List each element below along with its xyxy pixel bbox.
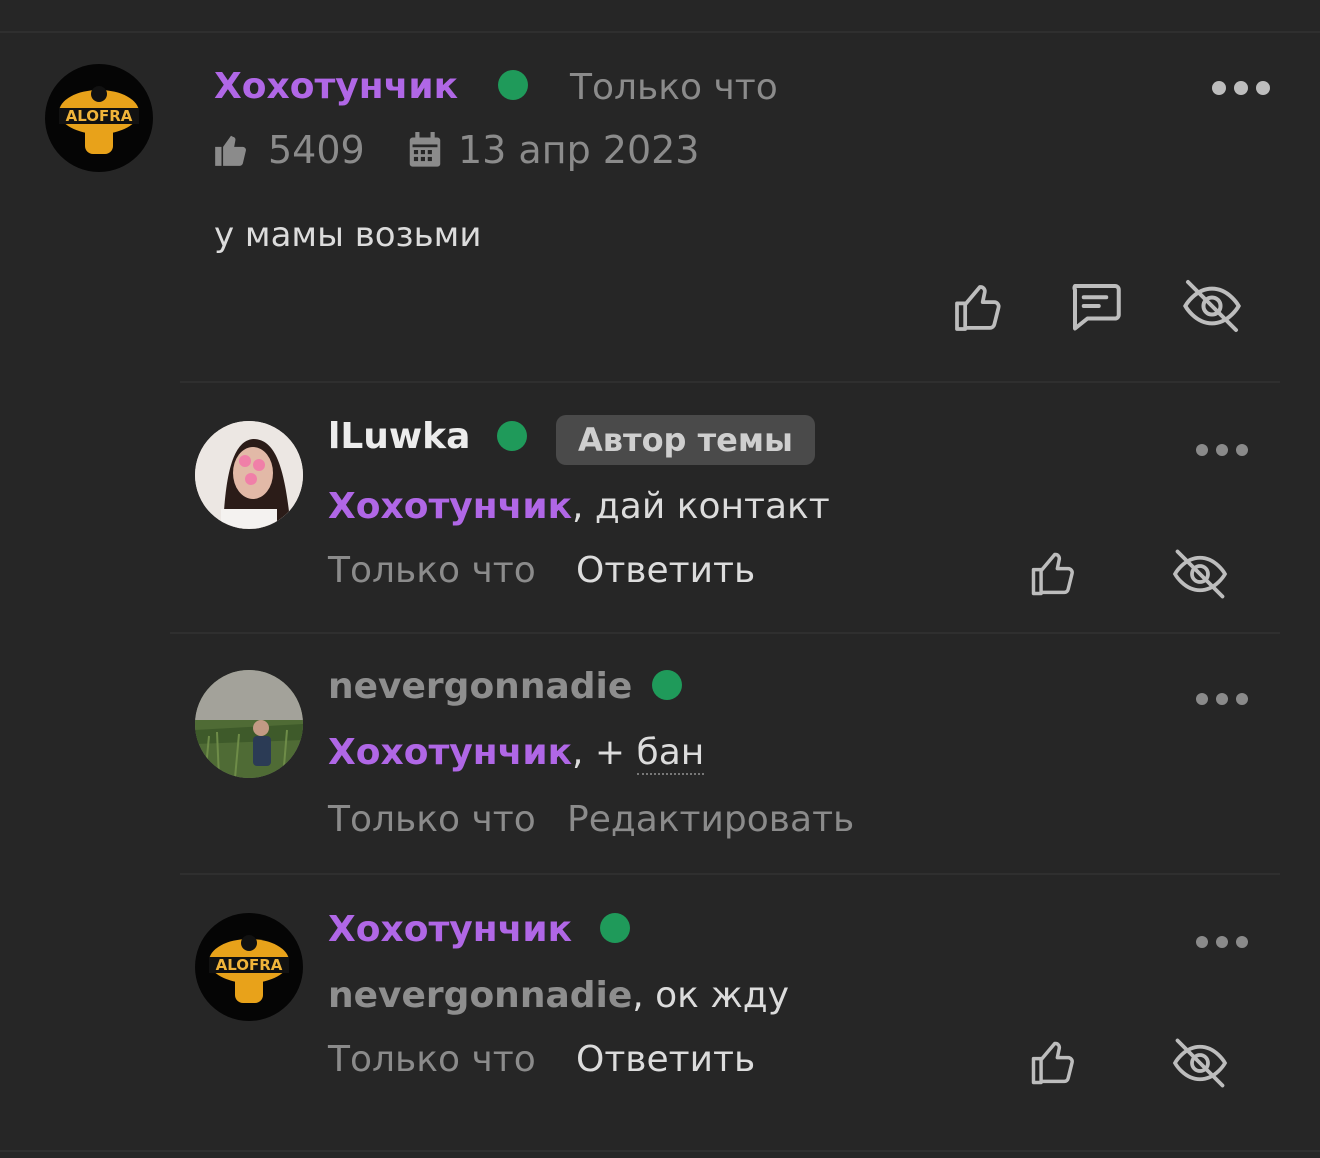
online-indicator bbox=[497, 421, 527, 451]
avatar-logo-icon: ALOFRA bbox=[59, 86, 139, 154]
divider bbox=[180, 381, 1280, 383]
edit-button[interactable]: Редактировать bbox=[567, 798, 854, 842]
top-divider bbox=[0, 31, 1320, 33]
reply-message: , дай контакт bbox=[572, 486, 830, 527]
comment-text: у мамы возьми bbox=[214, 215, 482, 255]
avatar[interactable]: ALOFRA bbox=[195, 913, 303, 1021]
avatar-photo-icon bbox=[195, 421, 303, 529]
hide-icon[interactable] bbox=[1180, 274, 1244, 338]
mention-link[interactable]: Хохотунчик bbox=[328, 486, 572, 527]
ban-term[interactable]: бан bbox=[636, 732, 705, 775]
like-icon[interactable] bbox=[1027, 1037, 1079, 1089]
svg-text:ALOFRA: ALOFRA bbox=[216, 956, 283, 974]
online-indicator bbox=[600, 913, 630, 943]
calendar-icon bbox=[409, 132, 441, 167]
reply-text: Хохотунчик, дай контакт bbox=[328, 484, 830, 530]
reply-message: , + bbox=[572, 732, 637, 773]
topic-author-badge: Автор темы bbox=[556, 415, 815, 465]
reply-button[interactable]: Ответить bbox=[576, 1038, 755, 1082]
reply-author[interactable]: nevergonnadie bbox=[328, 664, 632, 710]
divider bbox=[170, 632, 1280, 634]
reply-button[interactable]: Ответить bbox=[576, 549, 755, 593]
mention-link[interactable]: Хохотунчик bbox=[328, 732, 572, 773]
bottom-divider bbox=[0, 1150, 1320, 1152]
svg-text:ALOFRA: ALOFRA bbox=[66, 107, 133, 125]
divider bbox=[180, 873, 1280, 875]
avatar[interactable] bbox=[195, 670, 303, 778]
comment-author[interactable]: Хохотунчик bbox=[214, 64, 458, 110]
like-icon[interactable] bbox=[1027, 548, 1079, 600]
mention-link[interactable]: nevergonnadie bbox=[328, 975, 632, 1016]
avatar[interactable]: ALOFRA bbox=[45, 64, 153, 172]
reply-icon[interactable] bbox=[1065, 276, 1125, 336]
reply-time: Только что bbox=[328, 1039, 536, 1080]
likes-count-icon bbox=[215, 135, 246, 166]
avatar[interactable] bbox=[195, 421, 303, 529]
like-icon[interactable] bbox=[950, 280, 1006, 336]
hide-icon[interactable] bbox=[1170, 1033, 1230, 1093]
reply-text: Хохотунчик, + бан bbox=[328, 730, 705, 776]
online-indicator bbox=[498, 70, 528, 100]
reply-time: Только что bbox=[328, 799, 536, 840]
reply-text: nevergonnadie, ок жду bbox=[328, 973, 789, 1019]
comment-date: 13 апр 2023 bbox=[458, 128, 700, 172]
reply-message: , ок жду bbox=[632, 975, 789, 1016]
likes-count: 5409 bbox=[268, 128, 365, 172]
more-options-button[interactable] bbox=[1196, 936, 1248, 948]
more-options-button[interactable] bbox=[1196, 693, 1248, 705]
more-options-button[interactable] bbox=[1196, 444, 1248, 456]
reply-time: Только что bbox=[328, 550, 536, 591]
avatar-photo-icon bbox=[195, 670, 303, 778]
reply-author[interactable]: Хохотунчик bbox=[328, 907, 572, 953]
more-options-button[interactable] bbox=[1212, 81, 1270, 95]
hide-icon[interactable] bbox=[1170, 544, 1230, 604]
avatar-logo-icon: ALOFRA bbox=[209, 935, 289, 1003]
online-indicator bbox=[652, 670, 682, 700]
reply-author[interactable]: lLuwka bbox=[328, 414, 470, 460]
comment-time: Только что bbox=[570, 67, 778, 108]
